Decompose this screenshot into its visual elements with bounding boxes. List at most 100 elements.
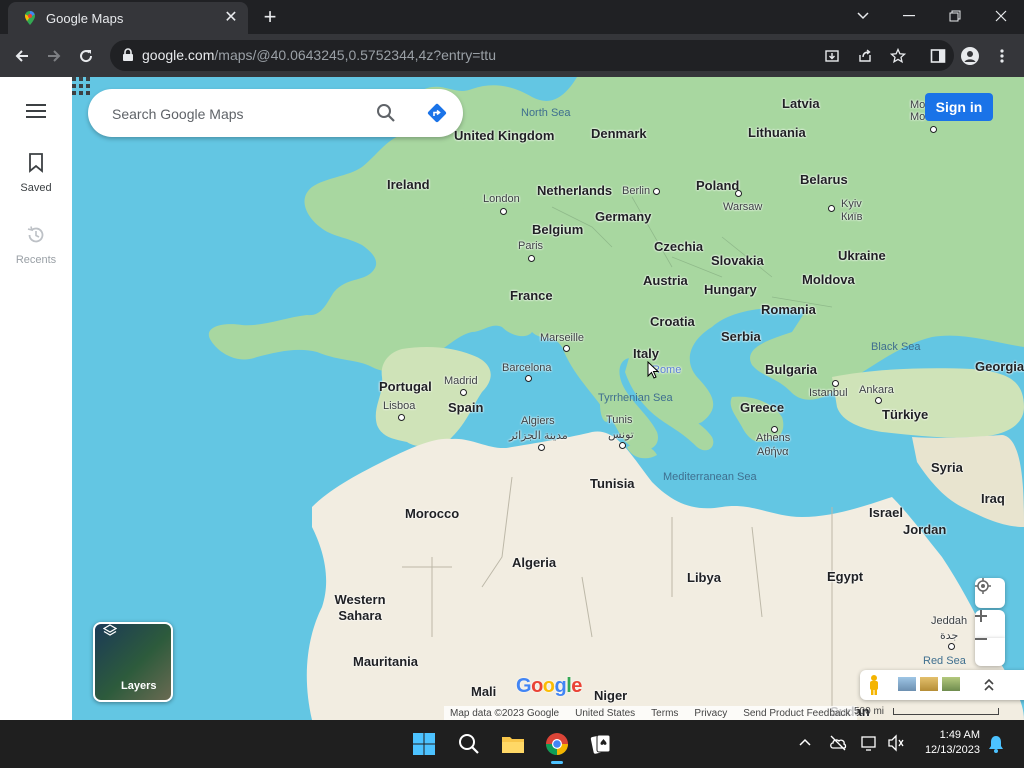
label-hungary[interactable]: Hungary [704,282,757,297]
label-czechia[interactable]: Czechia [654,239,703,254]
terms-link[interactable]: Terms [651,708,678,719]
label-netherlands[interactable]: Netherlands [537,183,612,198]
back-button[interactable] [8,42,36,70]
forward-button[interactable] [40,42,68,70]
label-israel[interactable]: Israel [869,505,903,520]
sign-in-button[interactable]: Sign in [925,93,993,121]
label-tyrrhenian-sea[interactable]: Tyrrhenian Sea [598,392,673,404]
label-portugal[interactable]: Portugal [379,379,432,394]
label-france[interactable]: France [510,288,553,303]
share-icon[interactable] [855,46,875,66]
lock-icon[interactable] [122,48,134,62]
zoom-out-button[interactable] [975,638,1005,666]
search-input[interactable] [110,101,364,127]
chrome-taskbar-button[interactable] [543,730,571,764]
label-western-sahara[interactable]: Western Sahara [330,592,390,624]
label-tunis-native[interactable]: تونس [608,428,634,441]
solitaire-button[interactable] [587,730,615,758]
label-athens[interactable]: Athens [756,432,790,444]
label-greece[interactable]: Greece [740,400,784,415]
label-black-sea[interactable]: Black Sea [871,341,921,353]
reload-button[interactable] [72,42,100,70]
expand-icon[interactable] [984,678,994,692]
label-ukraine[interactable]: Ukraine [838,248,886,263]
side-panel-icon[interactable] [928,46,948,66]
label-mo-2[interactable]: Mo [910,111,925,123]
saved-button[interactable]: Saved [0,153,72,194]
label-belarus[interactable]: Belarus [800,172,848,187]
label-ireland[interactable]: Ireland [387,177,430,192]
label-tunis[interactable]: Tunis [606,414,633,426]
label-germany[interactable]: Germany [595,209,651,224]
label-mali[interactable]: Mali [471,684,496,699]
map-canvas[interactable]: United Kingdom Ireland Netherlands Belgi… [72,77,1024,720]
label-turkiye[interactable]: Türkiye [882,407,928,422]
label-warsaw[interactable]: Warsaw [723,201,762,213]
label-jeddah-native[interactable]: جدة [940,629,958,642]
directions-icon[interactable] [426,102,448,124]
taskbar-search-button[interactable] [455,730,483,758]
onedrive-offline-icon[interactable] [829,734,847,752]
label-jeddah[interactable]: Jeddah [931,615,967,627]
menu-button[interactable] [0,103,72,122]
label-berlin[interactable]: Berlin [622,185,650,197]
network-icon[interactable] [861,734,879,752]
label-libya[interactable]: Libya [687,570,721,585]
label-moldova[interactable]: Moldova [802,272,855,287]
label-lisbon[interactable]: Lisboa [383,400,415,412]
new-tab-button[interactable]: + [258,6,282,30]
label-kyiv[interactable]: Kyiv [841,198,862,210]
install-app-icon[interactable] [822,46,842,66]
label-marseille[interactable]: Marseille [540,332,584,344]
label-london[interactable]: London [483,193,520,205]
region-link[interactable]: United States [575,708,635,719]
label-ankara[interactable]: Ankara [859,384,894,396]
label-mauritania[interactable]: Mauritania [353,654,418,669]
tray-overflow-icon[interactable] [799,738,811,746]
apps-grid-icon[interactable] [72,77,90,95]
label-georgia[interactable]: Georgia [975,359,1024,374]
url-text[interactable]: google.com/maps/@40.0643245,0.5752344,4z… [142,47,496,63]
label-paris[interactable]: Paris [518,240,543,252]
label-algiers[interactable]: Algiers [521,415,555,427]
label-istanbul[interactable]: Istanbul [809,387,848,399]
label-united-kingdom[interactable]: United Kingdom [454,128,554,144]
label-mo-1[interactable]: Mo [910,99,925,111]
label-north-sea[interactable]: North Sea [521,107,571,119]
label-denmark[interactable]: Denmark [591,126,647,141]
imagery-thumb-2[interactable] [920,677,938,691]
search-icon[interactable] [376,103,396,123]
my-location-button[interactable] [975,578,1005,608]
label-austria[interactable]: Austria [643,273,688,288]
label-algiers-native[interactable]: مدينة الجزائر [509,429,568,442]
layers-button[interactable]: Layers [93,622,173,702]
label-egypt[interactable]: Egypt [827,569,863,584]
label-croatia[interactable]: Croatia [650,314,695,329]
kebab-menu-icon[interactable] [992,46,1012,66]
label-belgium[interactable]: Belgium [532,222,583,237]
imagery-thumb-1[interactable] [898,677,916,691]
bookmark-star-icon[interactable] [888,46,908,66]
minimize-button[interactable] [886,0,932,32]
address-bar[interactable]: google.com/maps/@40.0643245,0.5752344,4z… [110,40,954,71]
label-iraq[interactable]: Iraq [981,491,1005,506]
volume-muted-icon[interactable] [887,734,905,752]
label-syria[interactable]: Syria [931,460,963,475]
close-window-button[interactable] [978,0,1024,32]
close-tab-icon[interactable]: ✕ [222,9,240,27]
label-poland[interactable]: Poland [696,178,739,193]
label-italy[interactable]: Italy [633,346,659,361]
privacy-link[interactable]: Privacy [694,708,727,719]
tab-search-icon[interactable] [840,0,886,32]
label-romania[interactable]: Romania [761,302,816,317]
label-barcelona[interactable]: Barcelona [502,362,552,374]
label-lithuania[interactable]: Lithuania [748,125,806,140]
recents-button[interactable]: Recents [0,225,72,266]
hamburger-icon[interactable] [26,103,46,119]
label-jordan[interactable]: Jordan [903,522,946,537]
browser-tab[interactable]: Google Maps ✕ [8,2,248,34]
label-madrid[interactable]: Madrid [444,375,478,387]
notification-bell-icon[interactable] [988,735,1004,753]
system-clock[interactable]: 1:49 AM 12/13/2023 [925,728,980,758]
label-red-sea[interactable]: Red Sea [923,655,966,667]
